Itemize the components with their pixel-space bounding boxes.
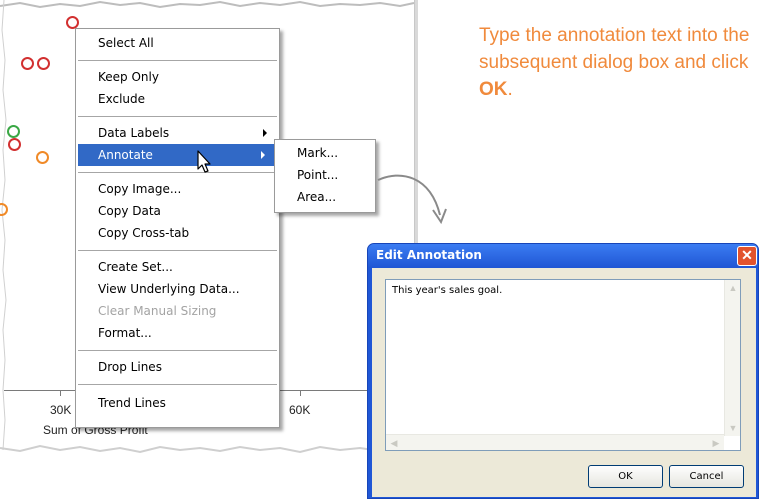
scroll-left-icon[interactable]: ◀ (386, 435, 402, 451)
menu-item-copy-data[interactable]: Copy Data (76, 200, 279, 222)
instruction-text: Type the annotation text into the subseq… (479, 22, 759, 103)
submenu-item-point[interactable]: Point... (275, 164, 375, 186)
scatter-mark[interactable] (7, 125, 20, 138)
instruction-bold: OK (479, 79, 508, 100)
menu-item-exclude[interactable]: Exclude (76, 88, 279, 110)
torn-edge-left (1, 0, 7, 451)
torn-edge-top (0, 0, 415, 9)
scatter-mark[interactable] (8, 138, 21, 151)
submenu-arrow-icon (261, 151, 265, 159)
annotation-text: This year's sales goal. (392, 285, 503, 296)
menu-separator (78, 250, 277, 251)
annotation-textarea[interactable]: This year's sales goal. ▲ ▼ ◀ ▶ (385, 279, 741, 451)
menu-separator (78, 60, 277, 61)
menu-item-annotate[interactable]: Annotate (78, 144, 277, 166)
dialog-title: Edit Annotation (376, 248, 482, 262)
x-tick-label: 30K (50, 403, 72, 417)
edit-annotation-dialog: Edit Annotation ✕ This year's sales goal… (367, 243, 759, 499)
scatter-mark[interactable] (21, 57, 34, 70)
menu-item-view-underlying-data[interactable]: View Underlying Data... (76, 278, 279, 300)
scroll-right-icon[interactable]: ▶ (708, 435, 724, 451)
instruction-suffix: . (507, 79, 513, 100)
scatter-mark[interactable] (36, 151, 49, 164)
menu-item-copy-cross-tab[interactable]: Copy Cross-tab (76, 222, 279, 244)
submenu-item-mark[interactable]: Mark... (275, 142, 375, 164)
x-tick (300, 390, 301, 396)
menu-item-drop-lines[interactable]: Drop Lines (76, 356, 279, 378)
connector-arrow-icon (377, 174, 447, 225)
submenu-arrow-icon (263, 129, 267, 137)
annotate-submenu: Mark... Point... Area... (274, 139, 376, 213)
menu-item-copy-image[interactable]: Copy Image... (76, 178, 279, 200)
dialog-body: This year's sales goal. ▲ ▼ ◀ ▶ OK Cance… (372, 268, 756, 497)
cancel-button[interactable]: Cancel (669, 465, 744, 488)
instruction-prefix: Type the annotation text into the subseq… (479, 25, 750, 73)
menu-item-clear-manual-sizing: Clear Manual Sizing (98, 304, 217, 318)
vertical-scrollbar[interactable]: ▲ ▼ (724, 280, 740, 436)
context-menu: Select All Keep Only Exclude Data Labels… (75, 28, 280, 428)
menu-item-label: Data Labels (98, 126, 170, 140)
torn-edge-bottom (0, 444, 415, 454)
horizontal-scrollbar[interactable]: ◀ ▶ (386, 434, 724, 450)
menu-item-trend-lines[interactable]: Trend Lines (76, 392, 279, 414)
menu-item-label: Annotate (98, 148, 153, 162)
close-icon[interactable]: ✕ (737, 246, 757, 266)
menu-item-select-all[interactable]: Select All (76, 32, 279, 54)
menu-item-keep-only[interactable]: Keep Only (76, 66, 279, 88)
menu-separator (78, 384, 277, 385)
x-tick-label: 60K (289, 403, 311, 417)
menu-item-format[interactable]: Format... (76, 322, 279, 344)
scroll-down-icon[interactable]: ▼ (725, 420, 741, 436)
menu-item-data-labels[interactable]: Data Labels (76, 122, 279, 144)
submenu-item-area[interactable]: Area... (275, 186, 375, 208)
scroll-up-icon[interactable]: ▲ (725, 280, 741, 296)
menu-separator (78, 172, 277, 173)
menu-item-create-set[interactable]: Create Set... (76, 256, 279, 278)
x-tick (60, 390, 61, 396)
scatter-mark[interactable] (37, 57, 50, 70)
menu-separator (78, 116, 277, 117)
menu-separator (78, 350, 277, 351)
ok-button[interactable]: OK (588, 465, 663, 488)
dialog-titlebar[interactable]: Edit Annotation ✕ (368, 244, 758, 268)
mouse-pointer-icon (197, 150, 211, 173)
